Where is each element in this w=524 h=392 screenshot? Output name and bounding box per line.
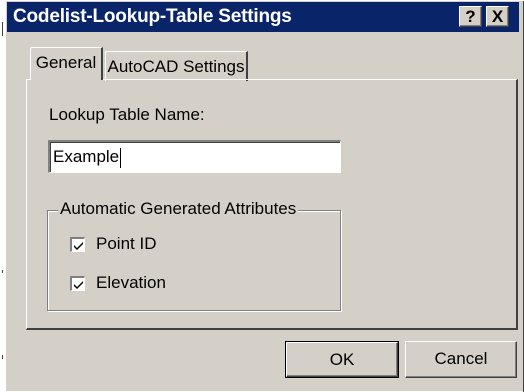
point-id-label: Point ID: [96, 234, 157, 253]
elevation-label: Elevation: [96, 273, 166, 292]
tab-general-label: General: [35, 53, 97, 72]
close-button[interactable]: X: [486, 6, 509, 27]
automatic-attributes-group: Automatic Generated Attributes Point ID …: [47, 199, 341, 311]
tab-autocad-settings-label: AutoCAD Settings: [107, 57, 245, 76]
help-button[interactable]: ?: [459, 6, 482, 27]
tab-autocad-settings[interactable]: AutoCAD Settings: [105, 51, 248, 81]
point-id-checkbox[interactable]: [70, 236, 85, 252]
close-icon: X: [491, 7, 504, 26]
checkmark-icon: [74, 241, 83, 250]
ok-button[interactable]: OK: [285, 341, 399, 378]
lookup-table-name-label: Lookup Table Name:: [49, 105, 205, 124]
elevation-checkbox-row[interactable]: Elevation: [70, 273, 166, 293]
checkmark-icon: [74, 280, 83, 289]
lookup-table-name-input[interactable]: Example: [48, 140, 341, 173]
lookup-table-name-value: Example: [53, 147, 120, 166]
ok-button-label: OK: [329, 350, 355, 369]
tab-general[interactable]: General: [30, 47, 103, 80]
window-title: Codelist-Lookup-Table Settings: [13, 6, 292, 27]
title-bar[interactable]: Codelist-Lookup-Table Settings ? X: [7, 2, 519, 32]
text-caret: [120, 147, 122, 168]
cancel-button[interactable]: Cancel: [405, 341, 517, 378]
settings-dialog: Codelist-Lookup-Table Settings ? X Gener…: [5, 0, 524, 392]
cancel-button-label: Cancel: [434, 349, 488, 368]
help-icon: ?: [465, 7, 476, 26]
general-tab-panel: Lookup Table Name: Example Automatic Gen…: [26, 79, 518, 330]
elevation-checkbox[interactable]: [70, 275, 85, 291]
point-id-checkbox-row[interactable]: Point ID: [70, 234, 156, 254]
group-title: Automatic Generated Attributes: [58, 199, 299, 219]
